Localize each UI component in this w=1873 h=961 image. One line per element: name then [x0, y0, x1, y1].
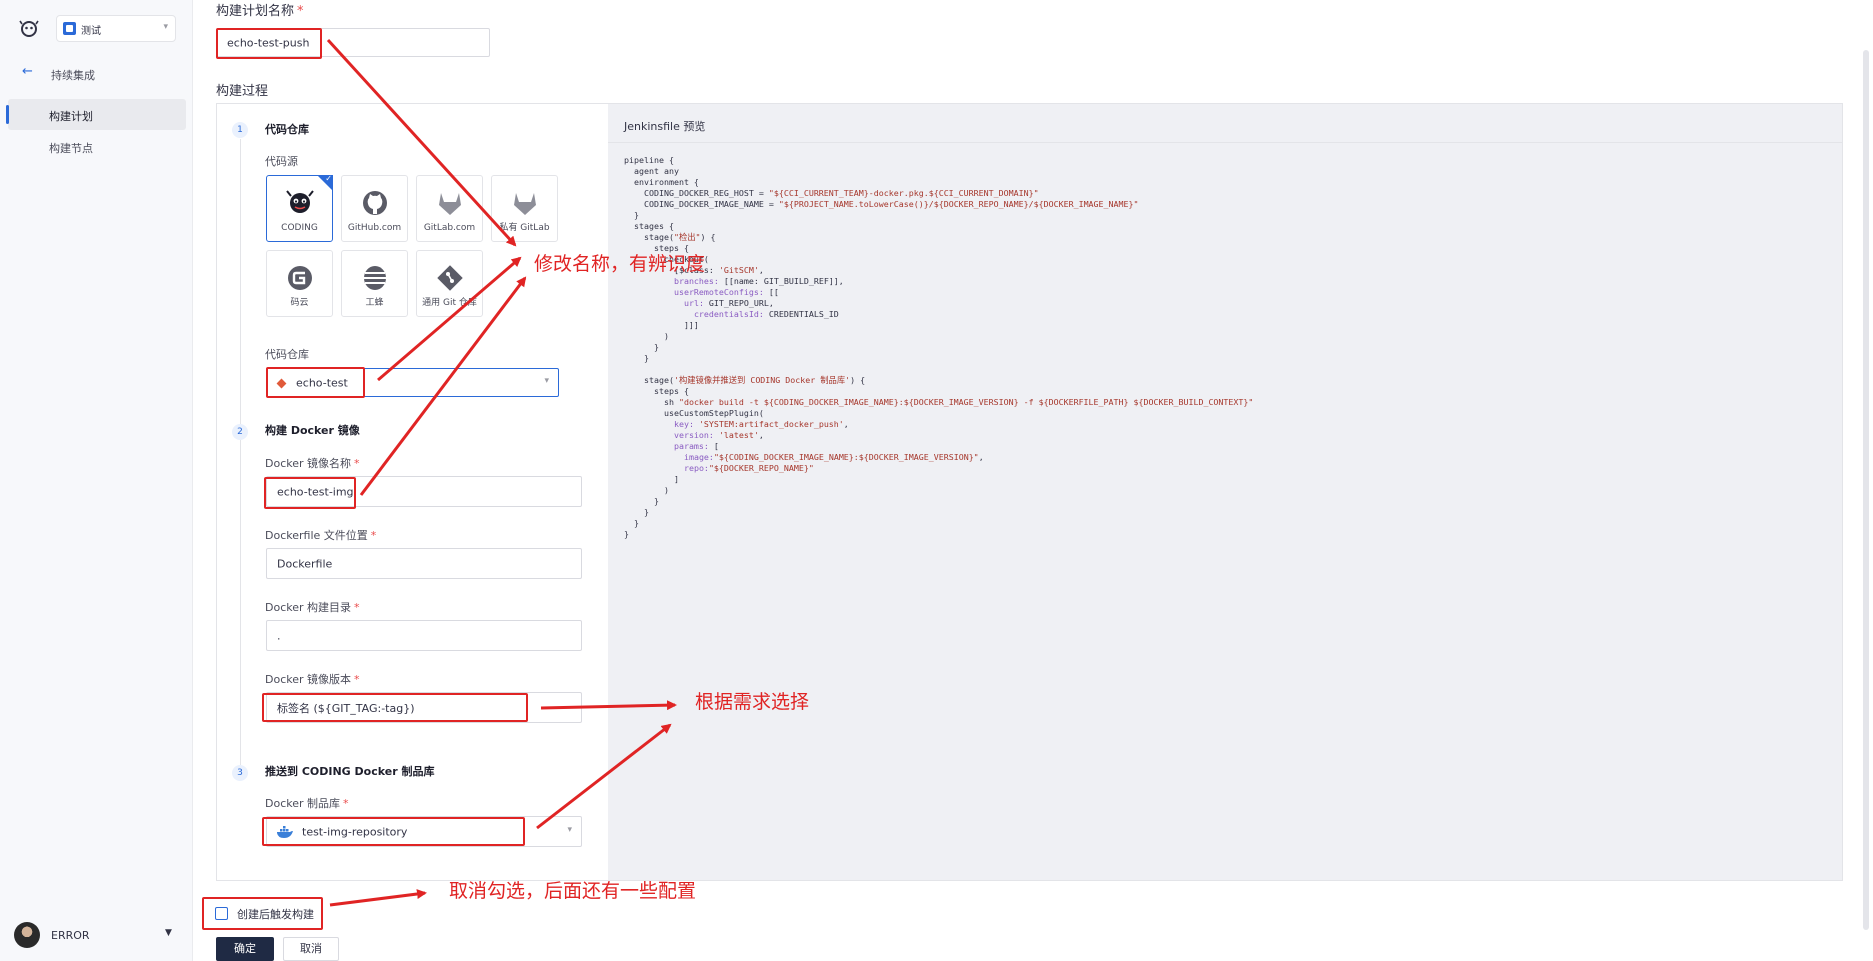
dockerfile-label: Dockerfile 文件位置 *	[265, 529, 377, 542]
source-generic-git[interactable]: 通用 Git 仓库	[416, 250, 483, 317]
project-name: 测试	[81, 26, 101, 37]
source-coding[interactable]: CODING	[266, 174, 333, 242]
gitlab-private-icon	[513, 193, 536, 215]
highlight-box	[216, 28, 322, 59]
confirm-button[interactable]: 确定	[216, 937, 274, 961]
step-title: 构建 Docker 镜像	[265, 424, 360, 437]
source-gongfeng[interactable]: 工蜂	[341, 250, 408, 317]
gitlab-icon	[438, 193, 461, 215]
sidebar: 测试 ▾ ← 持续集成 构建计划 构建节点 ERROR ▼	[0, 0, 193, 961]
sidebar-item-build-plan[interactable]: 构建计划	[6, 99, 186, 130]
gongfeng-icon	[363, 266, 386, 290]
annotation-select: 根据需求选择	[695, 691, 810, 713]
build-dir-input[interactable]: .	[266, 620, 582, 651]
source-label: 代码源	[265, 155, 298, 168]
source-github[interactable]: GitHub.com	[341, 175, 408, 242]
gitee-icon	[287, 266, 312, 290]
user-name: ERROR	[51, 929, 90, 942]
step-connector	[240, 139, 241, 434]
source-name: 工蜂	[365, 298, 384, 308]
chevron-down-icon: ▾	[163, 22, 168, 32]
page-scrollbar[interactable]	[1863, 50, 1869, 930]
back-to-ci-link[interactable]: ← 持续集成	[0, 62, 193, 86]
step-number: 1	[232, 122, 248, 138]
step-title: 代码仓库	[265, 123, 309, 136]
avatar	[14, 922, 40, 948]
dockerfile-input[interactable]: Dockerfile	[266, 548, 582, 579]
highlight-box	[266, 367, 365, 398]
user-menu[interactable]: ERROR ▼	[14, 922, 184, 950]
cancel-button[interactable]: 取消	[283, 937, 339, 961]
caret-down-icon: ▼	[165, 928, 172, 938]
image-version-label: Docker 镜像版本 *	[265, 673, 360, 686]
annotation-rename: 修改名称，有辨识度	[534, 253, 706, 275]
image-name-label: Docker 镜像名称 *	[265, 457, 360, 470]
step-number: 3	[232, 765, 248, 781]
source-name: 私有 GitLab	[499, 223, 550, 233]
registry-label: Docker 制品库 *	[265, 797, 349, 810]
source-gitlab[interactable]: GitLab.com	[416, 175, 483, 242]
annotation-uncheck: 取消勾选，后面还有一些配置	[449, 880, 697, 902]
highlight-box	[262, 693, 528, 722]
preview-divider	[608, 142, 1842, 143]
arrow-left-icon: ←	[22, 64, 33, 79]
source-name: 码云	[290, 298, 309, 308]
plan-name-label: 构建计划名称 *	[216, 4, 304, 19]
step-number: 2	[232, 424, 248, 440]
source-name: GitLab.com	[423, 223, 476, 233]
chevron-down-icon: ▾	[544, 376, 549, 386]
sidebar-item-build-nodes[interactable]: 构建节点	[8, 131, 186, 162]
preview-title: Jenkinsfile 预览	[624, 120, 706, 133]
build-dir-label: Docker 构建目录 *	[265, 601, 360, 614]
sidebar-item-label: 构建节点	[49, 142, 93, 155]
coding-logo-icon[interactable]	[18, 18, 40, 38]
selected-check-icon	[317, 174, 333, 191]
github-icon	[362, 191, 387, 215]
source-private-gitlab[interactable]: 私有 GitLab	[491, 175, 558, 242]
jenkinsfile-preview: Jenkinsfile 预览 pipeline { agent any envi…	[608, 104, 1842, 880]
build-process-label: 构建过程	[216, 84, 269, 99]
sidebar-item-label: 构建计划	[49, 110, 93, 123]
highlight-box	[264, 477, 356, 509]
chevron-down-icon: ▾	[567, 825, 572, 835]
git-icon	[436, 265, 463, 291]
source-gitee[interactable]: 码云	[266, 250, 333, 317]
repo-label: 代码仓库	[265, 348, 309, 361]
step-connector	[240, 440, 241, 770]
project-selector[interactable]: 测试 ▾	[56, 15, 176, 42]
source-name: 通用 Git 仓库	[422, 298, 477, 308]
source-name: GitHub.com	[347, 223, 402, 233]
highlight-box	[202, 897, 323, 930]
coding-octopus-icon	[285, 190, 314, 213]
source-name: CODING	[281, 223, 318, 233]
highlight-box	[262, 817, 525, 846]
back-label: 持续集成	[51, 69, 95, 82]
step-title: 推送到 CODING Docker 制品库	[265, 765, 435, 778]
project-icon	[63, 22, 76, 35]
jenkinsfile-code: pipeline { agent any environment { CODIN…	[624, 155, 1254, 539]
